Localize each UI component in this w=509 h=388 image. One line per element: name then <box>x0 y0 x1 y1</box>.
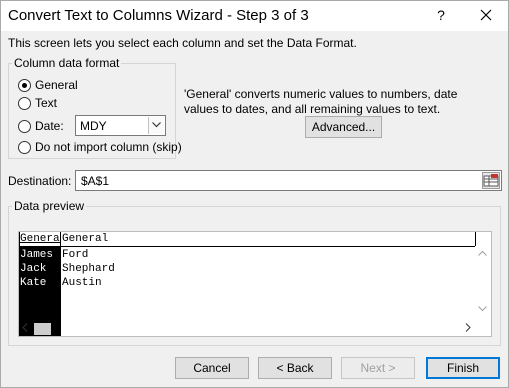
radio-general-button[interactable] <box>18 78 31 92</box>
scroll-up-icon[interactable] <box>475 249 490 259</box>
preview-header-1: General <box>20 232 60 246</box>
data-preview-legend: Data preview <box>12 199 87 213</box>
radio-skip[interactable]: Do not import column (skip) <box>18 140 182 154</box>
radio-skip-label: Do not import column (skip) <box>35 140 182 154</box>
back-button[interactable]: < Back <box>258 357 332 379</box>
preview-cell: Austin <box>62 277 102 289</box>
radio-date-button[interactable] <box>18 119 31 133</box>
scroll-right-icon[interactable] <box>465 323 471 336</box>
radio-text-button[interactable] <box>18 96 31 110</box>
vertical-scrollbar[interactable] <box>475 247 491 336</box>
next-button[interactable]: Next > <box>341 357 415 379</box>
advanced-button[interactable]: Advanced... <box>305 116 382 138</box>
preview-cell: Jack <box>20 263 47 275</box>
date-format-value: MDY <box>80 119 107 133</box>
window-title: Convert Text to Columns Wizard - Step 3 … <box>8 7 309 24</box>
destination-value: $A$1 <box>81 174 110 188</box>
radio-skip-button[interactable] <box>18 140 31 154</box>
preview-cell: Ford <box>62 249 89 261</box>
preview-right-divider <box>475 232 476 246</box>
destination-input[interactable]: $A$1 <box>75 170 502 191</box>
preview-header-2: General <box>62 233 109 245</box>
date-format-select[interactable]: MDY <box>75 115 166 136</box>
preview-cell: James <box>20 249 54 261</box>
preview-cell: Kate <box>20 277 47 289</box>
radio-text[interactable]: Text <box>18 96 57 110</box>
help-button[interactable]: ? <box>431 5 451 25</box>
radio-date[interactable]: Date: <box>18 119 64 133</box>
format-info-text: 'General' converts numeric values to num… <box>184 87 458 116</box>
data-preview-grid[interactable]: General James Jack Kate General Ford She… <box>18 231 492 337</box>
cancel-button[interactable]: Cancel <box>175 357 249 379</box>
radio-date-label: Date: <box>35 119 64 133</box>
scroll-left-icon[interactable] <box>22 323 28 336</box>
radio-general[interactable]: General <box>18 78 78 92</box>
radio-general-label: General <box>35 78 78 92</box>
column-format-legend: Column data format <box>12 56 122 70</box>
dialog-window: Convert Text to Columns Wizard - Step 3 … <box>0 0 509 388</box>
destination-label: Destination: <box>8 174 72 188</box>
close-icon <box>480 9 492 21</box>
range-picker-icon[interactable] <box>482 172 500 189</box>
description-text: This screen lets you select each column … <box>8 36 357 50</box>
scroll-down-icon[interactable] <box>475 305 490 315</box>
chevron-down-icon[interactable] <box>148 117 164 134</box>
radio-text-label: Text <box>35 96 58 110</box>
horizontal-scrollbar[interactable] <box>19 321 475 336</box>
scroll-thumb[interactable] <box>34 323 51 335</box>
title-bar: Convert Text to Columns Wizard - Step 3 … <box>1 1 508 31</box>
finish-button[interactable]: Finish <box>426 357 500 379</box>
preview-cell: Shephard <box>62 263 115 275</box>
close-button[interactable] <box>471 3 501 27</box>
